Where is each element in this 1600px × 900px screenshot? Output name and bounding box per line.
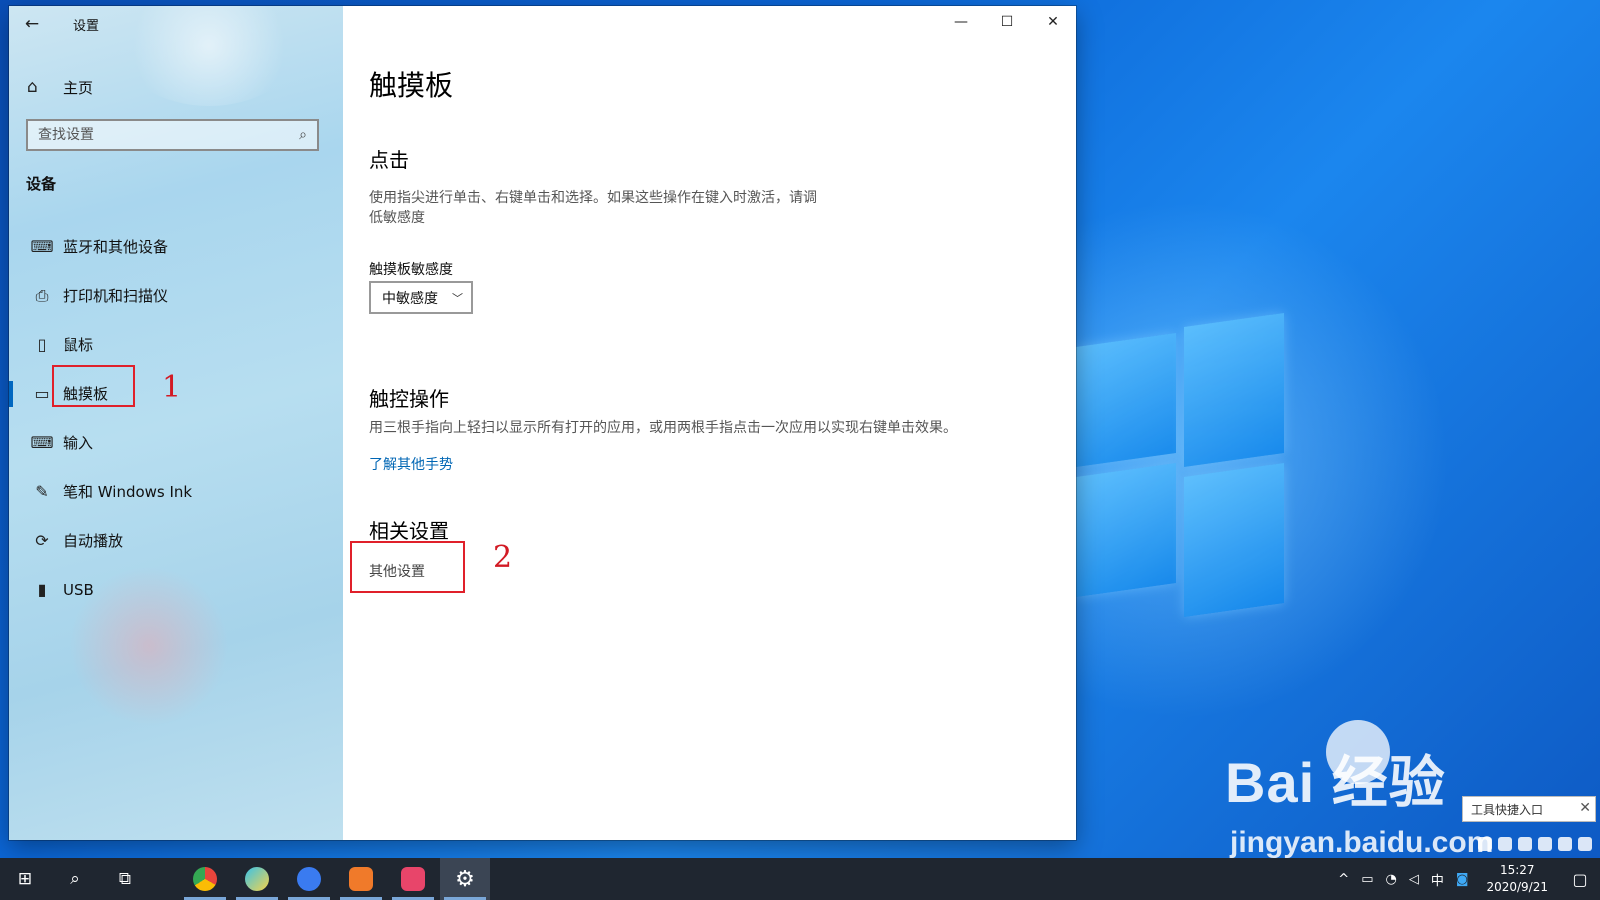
mouse-icon: ▯	[37, 335, 47, 354]
search-input[interactable]	[28, 127, 289, 143]
sidebar-item-label: USB	[63, 580, 94, 599]
clock[interactable]: 15:27 2020/9/21	[1474, 862, 1560, 896]
sidebar-item-mouse[interactable]: ▯ 鼠标	[9, 320, 343, 369]
annotation-number-2: 2	[493, 540, 513, 575]
tap-description-line2: 低敏感度	[369, 210, 425, 226]
tool-icon[interactable]	[1478, 837, 1492, 851]
sidebar: ← 设置 ⌂ 主页 ⌕ 设备 ⌨ 蓝牙和其他设备 ⎙ 打印机和扫描仪 ▯ 鼠标	[9, 6, 343, 840]
sidebar-item-home[interactable]: ⌂ 主页	[9, 69, 343, 105]
sensitivity-dropdown[interactable]: 中敏感度 ﹀	[369, 281, 473, 314]
home-label: 主页	[63, 78, 94, 97]
photo-app-icon[interactable]	[336, 858, 386, 900]
sensitivity-label: 触摸板敏感度	[369, 262, 453, 278]
clock-date: 2020/9/21	[1486, 880, 1548, 894]
paint-app-icon[interactable]	[232, 858, 282, 900]
pen-icon: ✎	[35, 482, 49, 501]
titlebar-left: ← 设置	[9, 6, 343, 42]
qq-icon[interactable]: ◙	[1450, 872, 1475, 887]
quick-tool-strip	[1420, 834, 1596, 854]
tool-shortcut-popup[interactable]: 工具快捷入口 ✕	[1462, 796, 1596, 822]
search-settings-box[interactable]: ⌕	[26, 119, 319, 151]
volume-muted-icon[interactable]: ◁	[1403, 872, 1425, 887]
tool-icon[interactable]	[1518, 837, 1532, 851]
ime-indicator[interactable]: 中	[1425, 870, 1450, 889]
gestures-description: 用三根手指向上轻扫以显示所有打开的应用，或用两根手指点击一次应用以实现右键单击效…	[369, 420, 957, 436]
sidebar-item-bluetooth[interactable]: ⌨ 蓝牙和其他设备	[9, 222, 343, 271]
annotation-box-1	[52, 365, 135, 407]
clock-time: 15:27	[1499, 863, 1535, 877]
search-icon[interactable]: ⌕	[50, 858, 100, 900]
sidebar-item-label: 打印机和扫描仪	[63, 287, 169, 305]
minimize-icon[interactable]: —	[938, 6, 984, 38]
sidebar-item-pen[interactable]: ✎ 笔和 Windows Ink	[9, 467, 343, 516]
printer-icon: ⎙	[35, 285, 49, 305]
sidebar-item-label: 输入	[63, 434, 94, 452]
sidebar-item-label: 笔和 Windows Ink	[63, 483, 193, 501]
start-windows-icon[interactable]: ⊞	[0, 858, 50, 900]
feishu-app-icon[interactable]	[284, 858, 334, 900]
usb-icon: ▮	[37, 580, 47, 599]
chevron-down-icon: ﹀	[452, 291, 463, 305]
tool-icon[interactable]	[1498, 837, 1512, 851]
system-tray: ^ ▭ ◔ ◁ 中 ◙ 15:27 2020/9/21 ▢	[1332, 858, 1600, 900]
sidebar-item-label: 鼠标	[63, 336, 94, 354]
gestures-heading: 触控操作	[369, 387, 449, 411]
settings-gear-icon[interactable]: ⚙	[440, 858, 490, 900]
app-title: 设置	[73, 18, 100, 34]
baidu-watermark: Bai 经验	[1225, 751, 1446, 814]
bluetooth-devices-icon: ⌨	[30, 237, 54, 256]
tap-description: 使用指尖进行单击、右键单击和选择。如果这些操作在键入时激活，请调 低敏感度	[369, 188, 817, 228]
sidebar-item-usb[interactable]: ▮ USB	[9, 565, 343, 614]
keyboard-icon: ⌨	[30, 433, 54, 452]
page-title: 触摸板	[369, 69, 454, 102]
annotation-box-2	[350, 541, 465, 593]
sensitivity-value: 中敏感度	[382, 290, 438, 307]
task-view-icon[interactable]: ⧉	[100, 858, 150, 900]
sidebar-item-autoplay[interactable]: ⟳ 自动播放	[9, 516, 343, 565]
tool-icon[interactable]	[1578, 837, 1592, 851]
related-settings-heading: 相关设置	[369, 519, 449, 543]
close-icon[interactable]: ✕	[1030, 6, 1076, 38]
notification-center-icon[interactable]: ▢	[1560, 858, 1600, 900]
windows-logo-wallpaper	[1076, 312, 1286, 620]
taskbar: ⊞ ⌕ ⧉ ⚙ ^ ▭ ◔ ◁ 中 ◙ 15:27 2020/9/21 ▢	[0, 858, 1600, 900]
window-controls: — ☐ ✕	[938, 6, 1076, 38]
sidebar-item-label: 自动播放	[63, 532, 124, 550]
autoplay-icon: ⟳	[35, 531, 49, 550]
sidebar-item-typing[interactable]: ⌨ 输入	[9, 418, 343, 467]
section-title-devices: 设备	[26, 175, 57, 193]
search-icon[interactable]: ⌕	[289, 127, 317, 143]
popup-close-icon[interactable]: ✕	[1579, 800, 1591, 816]
sidebar-item-label: 蓝牙和其他设备	[63, 238, 169, 256]
home-icon: ⌂	[27, 77, 38, 97]
maximize-icon[interactable]: ☐	[984, 6, 1030, 38]
tool-icon[interactable]	[1538, 837, 1552, 851]
chrome-app-icon[interactable]	[180, 858, 230, 900]
settings-window: ← 设置 ⌂ 主页 ⌕ 设备 ⌨ 蓝牙和其他设备 ⎙ 打印机和扫描仪 ▯ 鼠标	[9, 6, 1076, 840]
sidebar-item-printers[interactable]: ⎙ 打印机和扫描仪	[9, 271, 343, 320]
tray-expand-icon[interactable]: ^	[1332, 872, 1355, 887]
tool-icon[interactable]	[1558, 837, 1572, 851]
tap-description-line1: 使用指尖进行单击、右键单击和选择。如果这些操作在键入时激活，请调	[369, 190, 817, 206]
music-app-icon[interactable]	[388, 858, 438, 900]
learn-more-gestures-link[interactable]: 了解其他手势	[369, 454, 453, 474]
tap-heading: 点击	[369, 148, 409, 172]
wifi-icon[interactable]: ◔	[1379, 872, 1402, 887]
content-pane: — ☐ ✕ 触摸板 点击 使用指尖进行单击、右键单击和选择。如果这些操作在键入时…	[343, 6, 1076, 840]
annotation-number-1: 1	[162, 370, 182, 405]
back-arrow-icon[interactable]: ←	[9, 6, 55, 42]
popup-text: 工具快捷入口	[1471, 802, 1544, 817]
battery-icon[interactable]: ▭	[1355, 872, 1379, 887]
sidebar-nav: ⌨ 蓝牙和其他设备 ⎙ 打印机和扫描仪 ▯ 鼠标 ▭ 触摸板 ⌨ 输入 ✎ 笔和…	[9, 222, 343, 614]
